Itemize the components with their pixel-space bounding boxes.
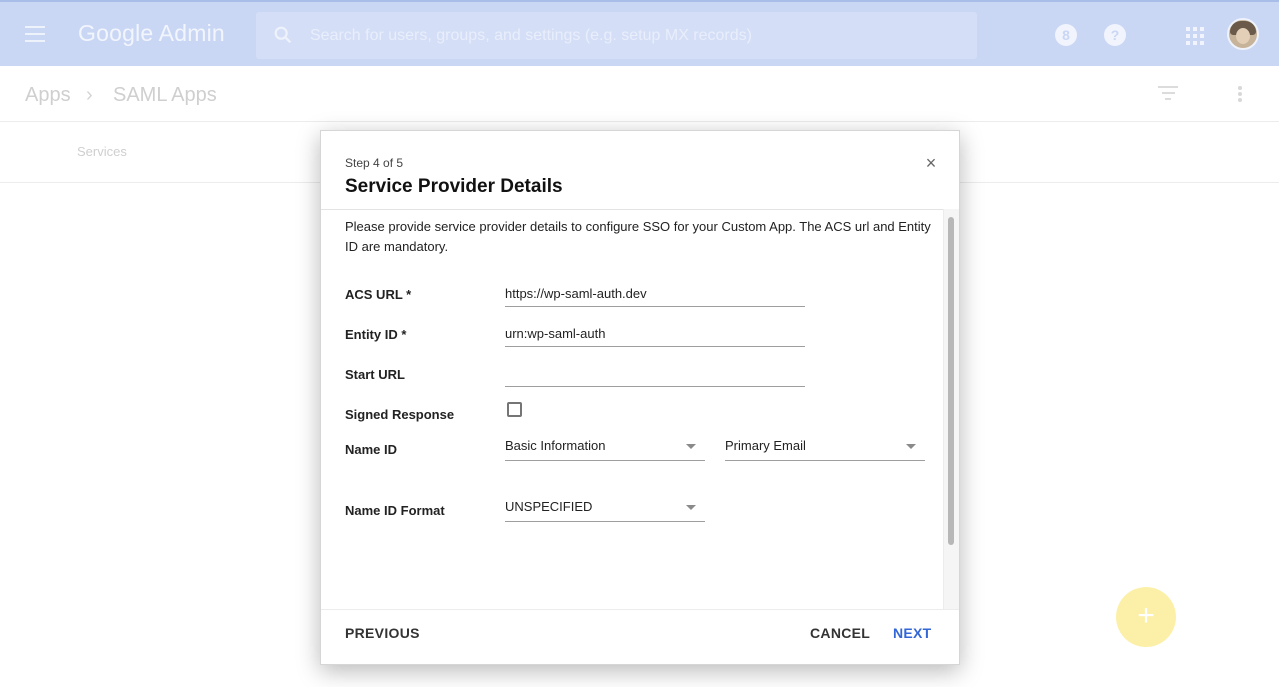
close-icon[interactable]: × bbox=[920, 152, 942, 174]
help-icon[interactable]: ? bbox=[1104, 24, 1126, 46]
app-logo: Google Admin bbox=[78, 20, 225, 46]
signed-response-label: Signed Response bbox=[345, 407, 455, 422]
name-id-format-value: UNSPECIFIED bbox=[505, 499, 593, 514]
filter-icon[interactable] bbox=[1158, 86, 1178, 102]
name-id-attribute-select[interactable]: Primary Email bbox=[725, 431, 925, 461]
more-vert-icon[interactable] bbox=[1238, 86, 1242, 102]
footer-divider bbox=[321, 609, 959, 610]
step-indicator: Step 4 of 5 bbox=[345, 156, 404, 170]
name-id-format-label: Name ID Format bbox=[345, 503, 445, 518]
start-url-field[interactable] bbox=[505, 361, 805, 387]
dialog-description: Please provide service provider details … bbox=[345, 219, 931, 254]
signed-response-checkbox[interactable] bbox=[507, 402, 522, 417]
previous-button[interactable]: PREVIOUS bbox=[345, 625, 420, 641]
name-id-format-select[interactable]: UNSPECIFIED bbox=[505, 492, 705, 522]
chevron-down-icon bbox=[686, 444, 696, 449]
start-url-label: Start URL bbox=[345, 367, 405, 382]
acs-url-label: ACS URL * bbox=[345, 287, 412, 302]
breadcrumb-apps[interactable]: Apps bbox=[25, 84, 71, 107]
dialog-scrollbar[interactable] bbox=[943, 209, 959, 609]
apps-grid-icon[interactable] bbox=[1186, 27, 1204, 45]
tab-services[interactable]: Services bbox=[77, 144, 127, 159]
next-button[interactable]: NEXT bbox=[893, 625, 932, 641]
scrollbar-thumb[interactable] bbox=[948, 217, 954, 545]
cancel-button[interactable]: CANCEL bbox=[810, 625, 870, 641]
notifications-badge[interactable]: 8 bbox=[1055, 24, 1077, 46]
breadcrumb-saml-apps: SAML Apps bbox=[113, 84, 217, 106]
chevron-down-icon bbox=[906, 444, 916, 449]
entity-id-label: Entity ID * bbox=[345, 327, 407, 342]
service-provider-dialog: Step 4 of 5 Service Provider Details × P… bbox=[320, 130, 960, 665]
acs-url-field[interactable] bbox=[505, 281, 805, 307]
entity-id-field[interactable] bbox=[505, 321, 805, 347]
chevron-down-icon bbox=[686, 505, 696, 510]
name-id-label: Name ID bbox=[345, 442, 398, 457]
top-app-bar: Google Admin Search for users, groups, a… bbox=[0, 0, 1279, 66]
chevron-right-icon: › bbox=[86, 84, 93, 106]
menu-icon[interactable] bbox=[25, 26, 45, 42]
breadcrumb: Apps › SAML Apps bbox=[0, 66, 1279, 122]
search-bar[interactable]: Search for users, groups, and settings (… bbox=[256, 12, 977, 59]
name-id-category-value: Basic Information bbox=[505, 438, 606, 453]
search-icon bbox=[274, 26, 292, 44]
name-id-attribute-value: Primary Email bbox=[725, 438, 806, 453]
search-placeholder: Search for users, groups, and settings (… bbox=[310, 27, 752, 44]
header-divider bbox=[321, 209, 959, 210]
avatar[interactable] bbox=[1227, 18, 1259, 50]
add-fab-button[interactable]: + bbox=[1116, 587, 1176, 647]
dialog-title: Service Provider Details bbox=[345, 176, 563, 197]
name-id-category-select[interactable]: Basic Information bbox=[505, 431, 705, 461]
